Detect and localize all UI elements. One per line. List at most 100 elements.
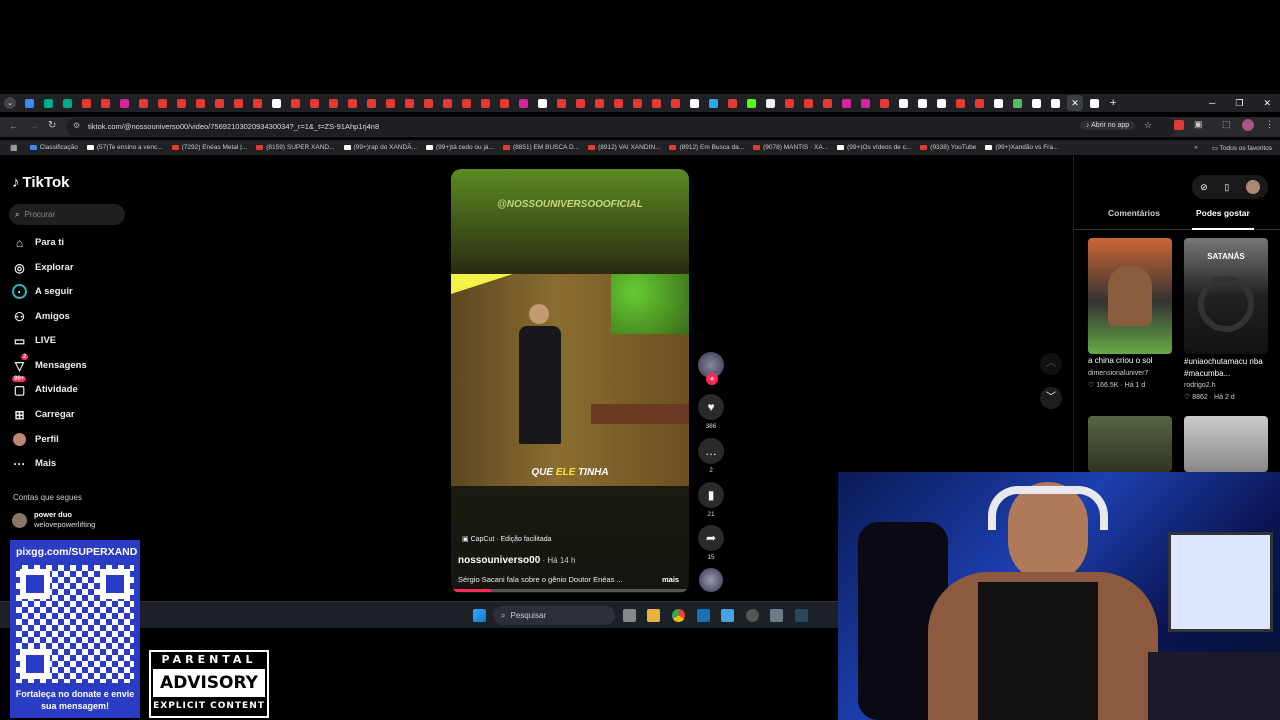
next-video-button[interactable]: ﹀ (1040, 387, 1062, 409)
tab-icon[interactable] (196, 98, 205, 108)
tab-icon[interactable] (481, 98, 490, 108)
tab-icon[interactable] (443, 98, 452, 108)
suggestion-thumbnail[interactable] (1088, 238, 1172, 354)
steam-icon[interactable] (795, 609, 808, 622)
tab-icon[interactable] (424, 98, 433, 108)
tab-icon[interactable] (82, 98, 91, 108)
tab-comentarios[interactable]: Comentários (1108, 208, 1160, 218)
tab-search-button[interactable]: ⌄ (4, 97, 16, 109)
nav-item-mensagens[interactable]: ▽ 2 Mensagens (12, 354, 87, 373)
open-app-button[interactable]: ♪ Abrir no app (1080, 121, 1136, 130)
capcut-tag[interactable]: ▣ CapCut · Edição facilitada (462, 535, 552, 543)
tab-icon[interactable] (348, 98, 357, 108)
tab-icon[interactable] (785, 98, 794, 108)
bookmark[interactable]: (8912) Em Busca da... (669, 144, 744, 151)
chrome-icon[interactable] (672, 609, 685, 622)
tiktok-tab-icon[interactable] (272, 98, 281, 108)
app-icon[interactable] (721, 609, 734, 622)
tab-icon[interactable] (329, 98, 338, 108)
bookmark[interactable]: (8912) VAI XANDIN... (588, 144, 660, 151)
tab-icon[interactable] (823, 98, 832, 108)
bookmark[interactable]: (99+)Os vídeos de c... (837, 144, 911, 151)
tab-icon[interactable] (500, 98, 509, 108)
compass-icon[interactable]: ⊘ (1200, 182, 1208, 193)
suggestion-thumbnail[interactable] (1184, 416, 1268, 472)
tab-icon[interactable] (120, 98, 129, 108)
nav-item-a-seguir[interactable]: · A seguir (12, 284, 73, 299)
tab-icon[interactable] (728, 98, 737, 108)
tiktok-tab-icon[interactable] (538, 98, 547, 108)
nav-item-para-ti[interactable]: ⌂ Para ti (12, 235, 64, 250)
bookmarks-overflow-icon[interactable]: » (1194, 144, 1198, 152)
apps-grid-icon[interactable]: ▦ (10, 143, 18, 152)
tiktok-tab-icon[interactable] (899, 98, 908, 108)
tab-icon[interactable] (804, 98, 813, 108)
nav-item-perfil[interactable]: Perfil (12, 432, 59, 447)
tab-podes-gostar[interactable]: Podes gostar (1196, 208, 1250, 218)
tab-icon[interactable] (25, 98, 34, 108)
tab-icon[interactable] (633, 98, 642, 108)
tab-icon[interactable] (386, 98, 395, 108)
tiktok-tab-icon[interactable] (690, 98, 699, 108)
star-icon[interactable]: ☆ (1144, 120, 1152, 131)
tab-icon[interactable] (291, 98, 300, 108)
avatar[interactable] (1245, 180, 1260, 194)
follow-plus-icon[interactable]: + (706, 373, 718, 385)
omnibox[interactable]: ⚙ tiktok.com/@nossouniverso00/video/7569… (66, 118, 1176, 136)
save-button[interactable]: ▮ (698, 482, 724, 508)
nav-item-mais[interactable]: ··· Mais (12, 456, 57, 471)
tab-icon[interactable] (405, 98, 414, 108)
windows-start-icon[interactable] (473, 609, 486, 622)
tab-icon[interactable] (557, 98, 566, 108)
tab-icon[interactable] (234, 98, 243, 108)
tiktok-tab-icon[interactable] (918, 98, 927, 108)
tab-icon[interactable] (595, 98, 604, 108)
tab-icon[interactable] (177, 98, 186, 108)
music-disc-icon[interactable] (699, 568, 723, 592)
file-explorer-icon[interactable] (647, 609, 660, 622)
close-window-icon[interactable]: ✕ (1263, 98, 1271, 109)
tab-icon[interactable] (652, 98, 661, 108)
settings-icon[interactable] (770, 609, 783, 622)
all-favorites-folder[interactable]: ▭ Todos os favoritos (1212, 144, 1272, 152)
obs-icon[interactable] (746, 609, 759, 622)
app-icon[interactable] (697, 609, 710, 622)
share-button[interactable]: ➦ (698, 525, 724, 551)
suggestion-title[interactable]: #uniaochutamacu nba #macumba... (1184, 356, 1268, 380)
tiktok-tab-icon[interactable] (1051, 98, 1060, 108)
previous-video-button[interactable]: ︿ (1040, 353, 1062, 375)
extension-icon[interactable] (1174, 120, 1184, 130)
following-account[interactable]: power duo welovepowerlifting (12, 510, 95, 530)
search-input[interactable]: ⌕ Procurar (9, 204, 125, 225)
tab-icon[interactable] (63, 98, 72, 108)
forward-icon[interactable]: → (29, 121, 38, 131)
tab-icon[interactable] (462, 98, 471, 108)
tab-icon[interactable] (842, 98, 851, 108)
tab-icon[interactable] (1013, 98, 1022, 108)
back-icon[interactable]: ← (9, 121, 18, 131)
comment-button[interactable]: … (698, 438, 724, 464)
task-view-icon[interactable] (623, 609, 636, 622)
tab-icon[interactable] (253, 98, 262, 108)
tab-icon[interactable] (139, 98, 148, 108)
tab-icon[interactable] (880, 98, 889, 108)
extension-icon[interactable]: ▣ (1194, 119, 1203, 130)
video-author[interactable]: nossouniverso00 · Há 14 h (458, 555, 575, 566)
nav-item-explorar[interactable]: ◎ Explorar (12, 260, 73, 275)
bookmark[interactable]: (57)Te ensino a venc... (86, 144, 163, 151)
like-button[interactable]: ♥ (698, 394, 724, 420)
tab-icon[interactable] (215, 98, 224, 108)
site-info-icon[interactable]: ⚙ (73, 121, 80, 130)
tab-icon[interactable] (671, 98, 680, 108)
bookmark[interactable]: (8851) EM BUSCA D... (502, 144, 579, 151)
bookmark[interactable]: (9078) MANTIS · XA... (753, 144, 828, 151)
bookmark[interactable]: (7292) Enéas Metal |... (171, 144, 247, 151)
suggestion-author[interactable]: rodrigo2.h (1184, 382, 1216, 389)
tiktok-logo[interactable]: ♪ TikTok (12, 174, 69, 191)
tab-icon[interactable] (367, 98, 376, 108)
taskbar-search[interactable]: ⌕ Pesquisar (493, 606, 615, 625)
tab-icon[interactable] (614, 98, 623, 108)
maximize-icon[interactable]: ❐ (1235, 98, 1243, 109)
more-button[interactable]: mais (662, 575, 679, 584)
tab-icon[interactable] (101, 98, 110, 108)
